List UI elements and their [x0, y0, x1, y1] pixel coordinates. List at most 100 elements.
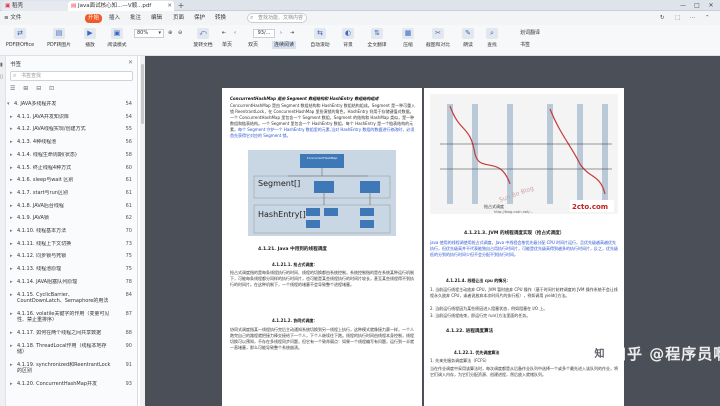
menu-page[interactable]: 页面: [173, 14, 184, 23]
chevron-right-icon[interactable]: ▸: [10, 177, 13, 184]
compress-button[interactable]: ▦ 压缩: [398, 27, 418, 53]
bookmark-item[interactable]: ▸ 4.1.2. JAVA线程实现/创建方式 55: [8, 126, 132, 133]
bookmark-item[interactable]: ▸ 4.1.20. ConcurrentHashMap并发 93: [8, 381, 132, 394]
close-tab-icon[interactable]: ✕: [167, 1, 172, 11]
zoom-in-icon[interactable]: ⊕: [168, 29, 172, 37]
minimize-button[interactable]: —: [676, 0, 690, 11]
bookmark-item[interactable]: ▸ 4.1.12. 同步锁与死锁 75: [8, 253, 132, 260]
first-page-icon[interactable]: ⇤: [222, 29, 226, 37]
chevron-right-icon[interactable]: ▸: [10, 165, 13, 172]
bookmark-item[interactable]: ▸ 4.1.6. sleep与wait 区别 61: [8, 177, 132, 184]
prev-page-icon[interactable]: ‹: [234, 29, 236, 37]
tab-home[interactable]: ▣ 稻壳: [2, 1, 68, 11]
continuous-read-button[interactable]: 连续阅读: [272, 41, 297, 49]
chevron-right-icon[interactable]: ▸: [10, 203, 13, 210]
page-number-input[interactable]: 93/...: [253, 29, 275, 38]
bookmark-search-input[interactable]: ⌕ 书签查找: [10, 71, 133, 81]
bookmark-label: 4.1.15. CyclicBarrier、CountDownLatch、Sem…: [17, 291, 109, 305]
sync-icon[interactable]: ↻: [660, 14, 665, 23]
collapse-ribbon-icon[interactable]: ⌃: [705, 14, 710, 23]
chevron-right-icon[interactable]: ▸: [10, 253, 13, 260]
chevron-right-icon[interactable]: ▸: [10, 266, 13, 273]
menu-insert[interactable]: 插入: [109, 14, 120, 23]
menu-edit[interactable]: 编辑: [151, 14, 162, 23]
chevron-right-icon[interactable]: ▸: [10, 126, 13, 133]
bookmark-item[interactable]: ▸ 4.1.5. 终止线程4种方式 60: [8, 165, 132, 172]
menu-start[interactable]: 开始: [85, 14, 102, 23]
chevron-right-icon[interactable]: ▸: [10, 114, 13, 121]
bookmark-page-number: 54: [125, 101, 132, 107]
feature-search[interactable]: ⌕ 查找功能、文档内容: [247, 13, 307, 23]
find-button[interactable]: ⌕ 查找: [482, 27, 502, 53]
menu-protect[interactable]: 保护: [194, 14, 205, 23]
bookmark-button[interactable]: 书签: [520, 41, 530, 49]
bookmark-item[interactable]: ▸ 4.1.19. synchronized和ReentrantLock的区别 91: [8, 362, 132, 375]
share-icon[interactable]: ⬚: [675, 14, 680, 23]
chevron-right-icon[interactable]: ▸: [10, 139, 13, 146]
pdf-to-image-button[interactable]: ▤ PDF转图片: [42, 27, 76, 53]
bookmark-item[interactable]: ▸ 4.1.17. 如何在两个线程之间共享数据 88: [8, 330, 132, 337]
chevron-right-icon[interactable]: ▸: [10, 343, 13, 350]
menu-convert[interactable]: 转换: [215, 14, 226, 23]
bookmark-panel-icon[interactable]: ▮: [0, 62, 3, 68]
bookmark-page-number: 88: [125, 329, 132, 336]
bookmark-item[interactable]: ▸ 4.1.10. 线程基本方法 70: [8, 228, 132, 235]
zoom-select[interactable]: 80% ▾: [134, 29, 164, 38]
full-translate-button[interactable]: ⇅ 全文翻译: [362, 27, 392, 53]
bookmark-item[interactable]: ▸ 4.1.13. 线程池原理 75: [8, 266, 132, 273]
chevron-right-icon[interactable]: ▸: [10, 241, 13, 248]
outline-tools-icons[interactable]: ☰ ⊞ ⊟ ⊡: [10, 85, 57, 92]
tab-document[interactable]: ▤ Java面试核心知...—V顺...pdf ✕: [68, 1, 174, 11]
bookmark-item[interactable]: ▸ 4.1.7. start与run区别 61: [8, 190, 132, 197]
auto-scroll-button[interactable]: ⇆ 自动滚动: [306, 27, 334, 53]
zoom-out-icon[interactable]: ⊖: [178, 29, 182, 37]
more-icon[interactable]: ⋯: [690, 14, 696, 23]
close-window-button[interactable]: ✕: [704, 0, 718, 11]
bookmark-item[interactable]: ▸ 4.1.11. 线程上下文切换 73: [8, 241, 132, 248]
bookmark-item[interactable]: ▸ 4.1.9. JAVA锁 62: [8, 215, 132, 222]
bookmark-item[interactable]: ▸ 4.1.4. 线程生命周期(状态) 58: [8, 152, 132, 159]
background-button[interactable]: ◐ 背景: [338, 27, 358, 53]
bookmark-item[interactable]: ▸ 4.1.8. JAVA后台线程 61: [8, 203, 132, 210]
chevron-right-icon[interactable]: ▸: [10, 228, 13, 235]
new-tab-button[interactable]: +: [176, 0, 186, 11]
menu-file[interactable]: ≡ 文件: [4, 14, 21, 23]
word-translate-button[interactable]: 划词翻译: [520, 29, 540, 37]
bookmark-page-number: 93: [125, 381, 132, 387]
chevron-right-icon[interactable]: ▸: [10, 311, 13, 318]
thumbnail-panel-icon[interactable]: ▯: [0, 74, 3, 80]
single-page-button[interactable]: 单页: [222, 41, 232, 49]
bookmark-label: 4.1.5. 终止线程4种方式: [17, 164, 72, 171]
maximize-button[interactable]: □: [690, 0, 704, 11]
menu-annotate[interactable]: 批注: [130, 14, 141, 23]
chevron-right-icon[interactable]: ▸: [10, 362, 13, 369]
chevron-right-icon[interactable]: ▸: [10, 190, 13, 197]
bookmark-item[interactable]: ▸ 4.1.3. 4种线程池 56: [8, 139, 132, 146]
chevron-right-icon[interactable]: ▸: [10, 292, 13, 299]
chevron-right-icon[interactable]: ▸: [10, 330, 13, 337]
bookmark-page-number: 73: [125, 240, 132, 247]
pdf-to-office-button[interactable]: ⇄ PDF转Office: [2, 27, 38, 53]
play-button[interactable]: ▶ 播放: [80, 27, 100, 53]
bookmark-item[interactable]: ▸ 4.1.1. JAVA并发知识库 54: [8, 114, 132, 121]
bookmark-item[interactable]: ▸ 4.1.16. volatile关键字的作用（变量可见性、禁止重排序） 87: [8, 311, 132, 324]
chevron-right-icon[interactable]: ▸: [10, 215, 13, 222]
bookmark-item[interactable]: ▾ 4. JAVA多线程并发 54: [7, 101, 132, 108]
chevron-right-icon[interactable]: ▸: [10, 279, 13, 286]
chevron-right-icon[interactable]: ▸: [10, 152, 13, 159]
rotate-button[interactable]: ⤺ 旋转文档: [190, 27, 216, 53]
bookmark-item[interactable]: ▸ 4.1.18. ThreadLocal作用（线程本地存储） 90: [8, 343, 132, 356]
chevron-right-icon[interactable]: ▸: [10, 381, 13, 388]
last-page-icon[interactable]: ⇥: [290, 29, 294, 37]
read-aloud-button[interactable]: ✎ 朗读: [458, 27, 478, 53]
bookmark-item[interactable]: ▸ 4.1.14. JAVA阻塞队列原理 78: [8, 279, 132, 286]
reading-mode-button[interactable]: ▣ 阅读模式: [104, 27, 130, 53]
double-page-button[interactable]: 双页: [248, 41, 258, 49]
scrollbar-thumb[interactable]: [141, 64, 144, 124]
next-page-icon[interactable]: ›: [280, 29, 282, 37]
screenshot-compare-button[interactable]: ✂ 截图和对比: [422, 27, 454, 53]
bookmark-item[interactable]: ▸ 4.1.15. CyclicBarrier、CountDownLatch、Se…: [8, 292, 132, 305]
close-icon[interactable]: ✕: [128, 59, 133, 66]
document-viewer[interactable]: ConcurrentHashMap 是由 Segment 数组结构和 HashE…: [145, 56, 720, 406]
chevron-down-icon[interactable]: ▾: [7, 101, 10, 108]
